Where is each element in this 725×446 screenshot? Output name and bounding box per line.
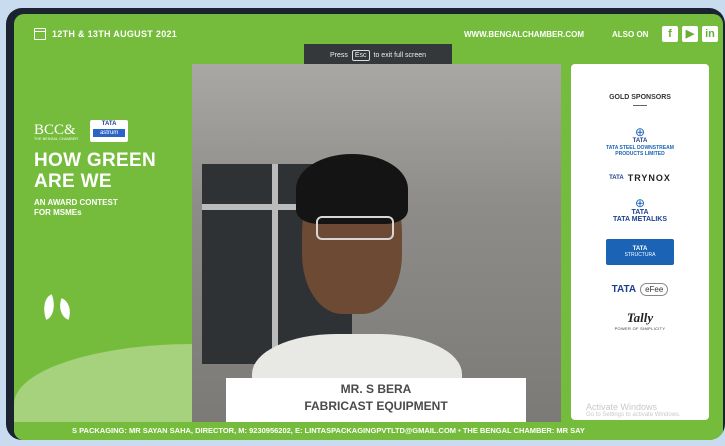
event-panel: BCC& THE BENGAL CHAMBER TATA astrum HOW … — [34, 120, 184, 218]
esc-key: Esc — [351, 49, 370, 61]
tata-icon: ⊕ — [634, 196, 646, 210]
website-link[interactable]: WWW.BENGALCHAMBER.COM — [464, 30, 584, 39]
astrum-logo-text: astrum — [93, 129, 126, 137]
sponsor-efee: TATA eFee — [571, 283, 709, 296]
sponsor-structura: TATA STRUCTURA — [606, 239, 674, 265]
facebook-icon[interactable]: f — [662, 26, 678, 42]
speaker-hair — [296, 154, 408, 224]
event-title-line1: HOW GREEN — [34, 150, 156, 171]
sponsor-mark: TATA — [609, 175, 624, 181]
tata-logo-text: TATA — [101, 121, 117, 127]
watermark-line2: Go to Settings to activate Windows. — [586, 412, 681, 418]
speaker-name: MR. S BERA — [340, 382, 412, 396]
fullscreen-hint: Press Esc to exit full screen — [304, 44, 452, 66]
calendar-icon — [34, 28, 46, 40]
fullscreen-hint-prefix: Press — [329, 51, 348, 59]
fullscreen-hint-suffix: to exit full screen — [373, 51, 427, 59]
event-date-text: 12TH & 13TH AUGUST 2021 — [52, 29, 178, 39]
tata-icon: ⊕ — [634, 125, 646, 139]
event-subtitle-line2: FOR MSMEs — [34, 208, 82, 217]
activate-windows-watermark: Activate Windows Go to Settings to activ… — [586, 402, 681, 418]
stream-screen: 12TH & 13TH AUGUST 2021 WWW.BENGALCHAMBE… — [14, 14, 723, 440]
sponsor-label: eFee — [640, 283, 669, 296]
speaker-nameplate: MR. S BERA FABRICAST EQUIPMENT — [226, 378, 526, 428]
sponsor-tata-metaliks: ⊕ TATA TATA METALIKS — [571, 197, 709, 223]
event-subtitle-line1: AN AWARD CONTEST — [34, 198, 118, 207]
leaf-icon — [38, 294, 60, 320]
sponsor-mark: Tally — [626, 310, 654, 325]
bcc-logo-text: BCC& — [34, 121, 76, 138]
event-date: 12TH & 13TH AUGUST 2021 — [34, 28, 177, 40]
event-subtitle: AN AWARD CONTEST FOR MSMEs — [34, 198, 184, 218]
sponsor-label: TRYNOX — [627, 173, 671, 183]
watermark-line1: Activate Windows — [586, 402, 658, 412]
logos: BCC& THE BENGAL CHAMBER TATA astrum — [34, 120, 184, 142]
monitor-frame: 12TH & 13TH AUGUST 2021 WWW.BENGALCHAMBE… — [6, 8, 725, 440]
sponsor-mark: TATA — [611, 284, 637, 295]
bcc-logo-sub: THE BENGAL CHAMBER — [34, 136, 79, 141]
sponsors-panel: GOLD SPONSORS ⊕ TATA TATA STEEL DOWNSTRE… — [571, 64, 709, 420]
event-title-line2: ARE WE — [34, 171, 112, 192]
sponsor-mark: TATA — [632, 138, 648, 144]
event-title: HOW GREEN ARE WE — [34, 150, 184, 192]
sponsors-heading: GOLD SPONSORS — [609, 94, 671, 101]
news-ticker: S PACKAGING: MR SAYAN SAHA, DIRECTOR, M:… — [14, 422, 723, 440]
sponsor-tata-steel: ⊕ TATA TATA STEEL DOWNSTREAM PRODUCTS LI… — [571, 126, 709, 157]
bcc-logo: BCC& THE BENGAL CHAMBER — [34, 122, 78, 141]
speaker-glasses — [316, 216, 394, 240]
sponsor-mark: TATA — [631, 209, 649, 216]
speaker-video[interactable] — [192, 64, 561, 422]
linkedin-icon[interactable]: in — [702, 26, 718, 42]
also-on-label: ALSO ON — [612, 30, 649, 39]
leaf-icon-2 — [55, 298, 75, 320]
sponsor-label: TATA STEEL DOWNSTREAM PRODUCTS LIMITED — [606, 145, 674, 157]
sponsor-trynox: TATA TRYNOX — [571, 173, 709, 183]
sponsor-tally: Tally POWER OF SIMPLICITY — [571, 310, 709, 331]
youtube-icon[interactable]: ▶ — [682, 26, 698, 42]
speaker-company: FABRICAST EQUIPMENT — [304, 399, 448, 413]
tata-astrum-logo: TATA astrum — [90, 120, 129, 142]
sponsor-label: STRUCTURA — [624, 252, 656, 258]
sponsors-divider — [633, 105, 647, 106]
sponsor-label: TATA METALIKS — [612, 216, 668, 223]
sponsor-label: POWER OF SIMPLICITY — [614, 326, 666, 331]
